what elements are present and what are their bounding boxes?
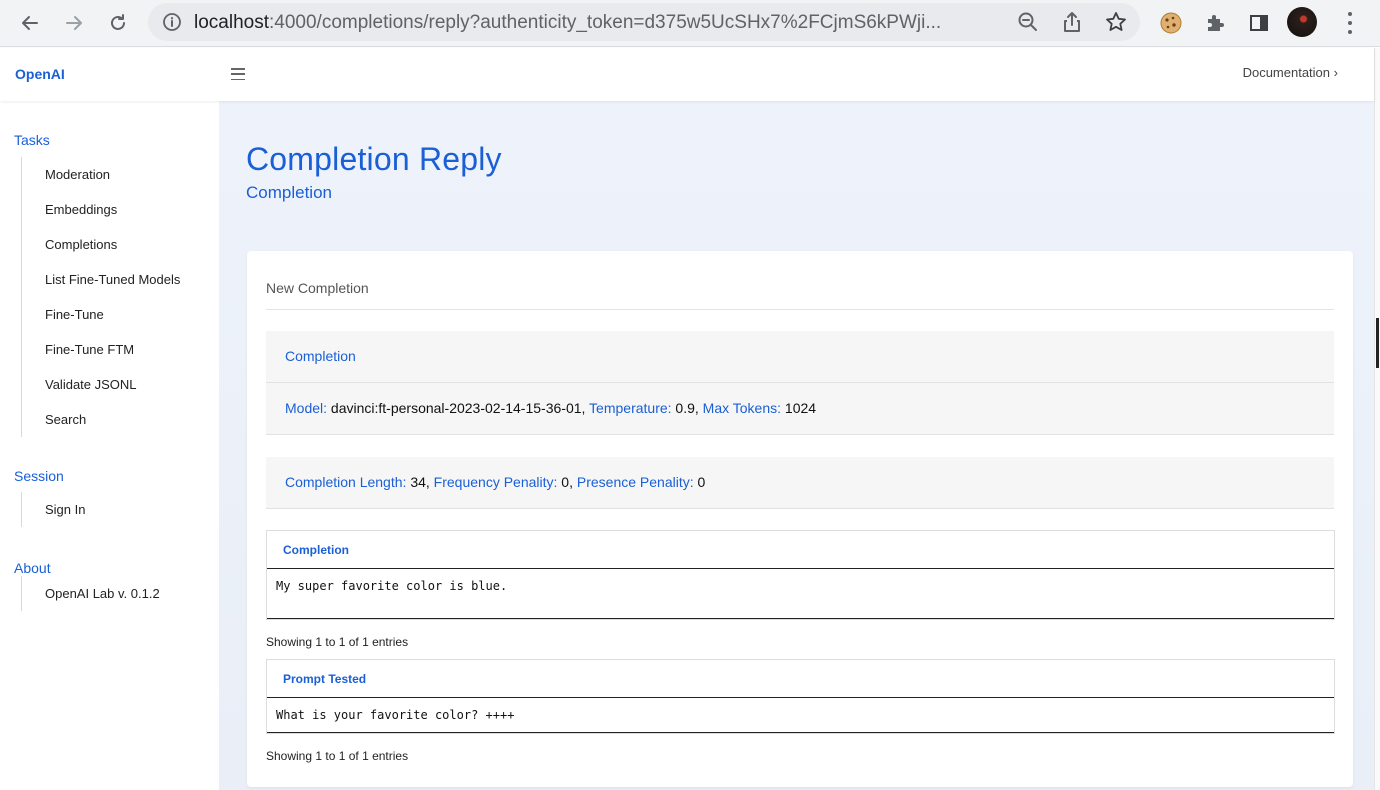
frequency-penalty-value: 0, [561, 474, 573, 490]
sidebar-section-session: Session [14, 468, 64, 484]
chevron-right-icon: › [1333, 65, 1338, 80]
sidebar-item-sign-in[interactable]: Sign In [22, 492, 85, 527]
sidebar-item-completions[interactable]: Completions [22, 227, 180, 262]
sidebar-item-fine-tune-ftm[interactable]: Fine-Tune FTM [22, 332, 180, 367]
share-icon[interactable] [1060, 10, 1084, 34]
max-tokens-value: 1024 [784, 400, 817, 416]
penalty-info-box: Completion Length: 34, Frequency Penalit… [266, 457, 1334, 509]
menu-toggle-icon[interactable] [231, 68, 245, 80]
completion-table: Completion My super favorite color is bl… [266, 530, 1335, 620]
prompt-table-info: Showing 1 to 1 of 1 entries [266, 749, 409, 763]
model-label: Model: [285, 400, 328, 416]
sidebar-list-about: OpenAI Lab v. 0.1.2 [21, 576, 160, 611]
table-row: My super favorite color is blue. [267, 569, 1334, 619]
page-subtitle: Completion [246, 183, 332, 202]
scrollbar[interactable] [1374, 48, 1380, 790]
table-row: What is your favorite color? ++++ [267, 698, 1334, 733]
back-icon[interactable] [16, 9, 44, 37]
penalty-params-row: Completion Length: 34, Frequency Penalit… [285, 474, 705, 490]
sidebar-list-session: Sign In [21, 492, 85, 527]
sidebar-section-about: About [14, 560, 51, 576]
brand-logo[interactable]: OpenAI [15, 66, 65, 82]
sidebar-item-validate-jsonl[interactable]: Validate JSONL [22, 367, 180, 402]
completion-info-box: Completion Model: davinci:ft-personal-20… [266, 331, 1334, 435]
model-params-row: Model: davinci:ft-personal-2023-02-14-15… [285, 400, 816, 416]
completion-card: New Completion Completion Model: davinci… [247, 251, 1353, 787]
completion-table-info: Showing 1 to 1 of 1 entries [266, 635, 409, 649]
temperature-value: 0.9, [675, 400, 699, 416]
sidebar-item-embeddings[interactable]: Embeddings [22, 192, 180, 227]
page-title: Completion Reply [246, 141, 502, 177]
extensions-puzzle-icon[interactable] [1201, 9, 1229, 37]
info-section-label: Completion [285, 348, 356, 364]
info-icon[interactable] [160, 10, 184, 34]
zoom-icon[interactable] [1016, 10, 1040, 34]
temperature-label: Temperature: [589, 400, 672, 416]
presence-penalty-label: Presence Penality: [576, 474, 694, 490]
card-divider [266, 309, 1334, 310]
max-tokens-label: Max Tokens: [702, 400, 782, 416]
forward-icon[interactable] [60, 9, 88, 37]
cookie-extension-icon[interactable] [1157, 9, 1185, 37]
sidebar-item-moderation[interactable]: Moderation [22, 157, 180, 192]
side-panel-icon[interactable] [1245, 9, 1273, 37]
presence-penalty-value: 0 [697, 474, 706, 490]
completion-length-label: Completion Length: [285, 474, 407, 490]
prompt-table: Prompt Tested What is your favorite colo… [266, 659, 1335, 734]
model-value: davinci:ft-personal-2023-02-14-15-36-01, [330, 400, 586, 416]
reload-icon[interactable] [104, 9, 132, 37]
card-title: New Completion [266, 280, 369, 296]
main-content: Completion Reply Completion New Completi… [219, 101, 1374, 790]
profile-avatar[interactable] [1287, 7, 1317, 37]
sidebar-section-tasks: Tasks [14, 132, 50, 148]
completion-length-value: 34, [410, 474, 430, 490]
info-divider [266, 382, 1334, 383]
sidebar-item-version[interactable]: OpenAI Lab v. 0.1.2 [22, 576, 160, 611]
frequency-penalty-label: Frequency Penality: [433, 474, 558, 490]
browser-toolbar: localhost:4000/completions/reply?authent… [0, 0, 1380, 47]
url-text: localhost:4000/completions/reply?authent… [194, 12, 942, 33]
app-header: OpenAI Documentation › [0, 48, 1374, 101]
prompt-table-header[interactable]: Prompt Tested [267, 660, 1334, 698]
sidebar-item-search[interactable]: Search [22, 402, 180, 437]
bookmark-star-icon[interactable] [1104, 10, 1128, 34]
completion-table-header[interactable]: Completion [267, 531, 1334, 569]
sidebar-item-fine-tune[interactable]: Fine-Tune [22, 297, 180, 332]
sidebar-list-tasks: Moderation Embeddings Completions List F… [21, 157, 180, 437]
sidebar-item-list-fine-tuned-models[interactable]: List Fine-Tuned Models [22, 262, 180, 297]
sidebar: Tasks Moderation Embeddings Completions … [0, 101, 219, 790]
documentation-link[interactable]: Documentation › [1243, 65, 1338, 80]
browser-menu-icon[interactable] [1340, 10, 1360, 36]
address-bar[interactable]: localhost:4000/completions/reply?authent… [148, 3, 1140, 41]
